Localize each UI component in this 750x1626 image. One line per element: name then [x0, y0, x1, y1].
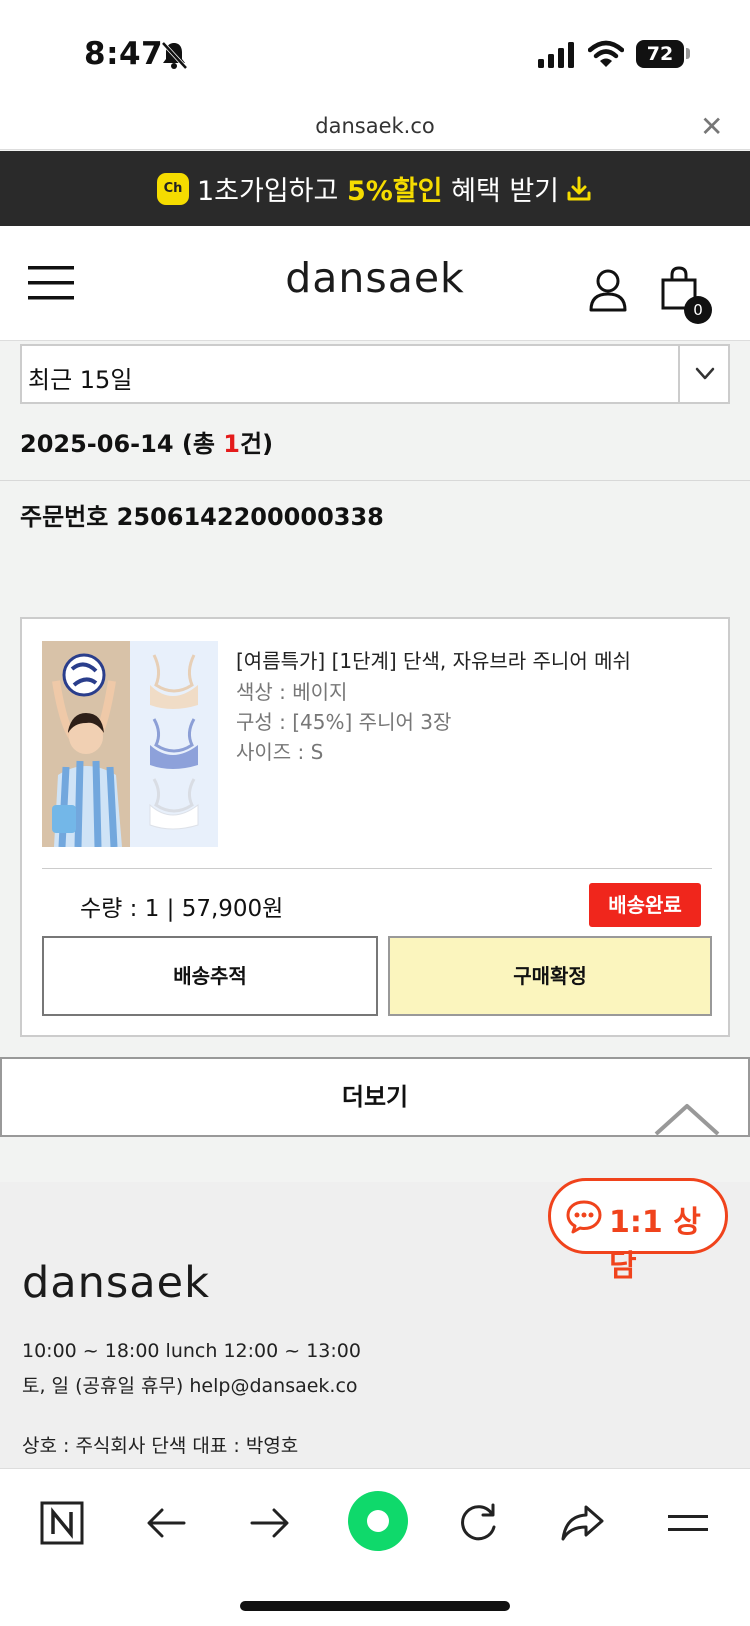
signup-promo-banner[interactable]: Ch 1초가입하고 5%할인 혜택 받기	[0, 151, 750, 226]
period-select[interactable]: 최근 15일	[20, 344, 730, 404]
wifi-icon	[588, 40, 624, 67]
naver-home-icon[interactable]	[348, 1491, 408, 1551]
bell-muted-icon	[161, 41, 188, 70]
product-option-color: 색상 : 베이지	[236, 680, 348, 704]
site-logo[interactable]: dansaek	[0, 254, 750, 302]
url-bar[interactable]: dansaek.co ✕	[0, 100, 750, 150]
period-value: 최근 15일	[28, 366, 133, 394]
product-option-composition: 구성 : [45%] 주니어 3장	[236, 710, 452, 734]
track-delivery-button[interactable]: 배송추적	[42, 936, 378, 1016]
download-icon	[567, 176, 591, 200]
delivery-status-badge: 배송완료	[589, 883, 701, 927]
promo-highlight: 5%할인	[346, 176, 443, 207]
order-date-heading: 2025-06-14 (총 1건)	[20, 430, 274, 458]
close-icon[interactable]: ✕	[700, 110, 723, 143]
status-bar: 8:47 72	[0, 0, 750, 100]
product-option-size: 사이즈 : S	[236, 740, 324, 764]
footer-holidays: 토, 일 (공휴일 휴무) help@dansaek.co	[22, 1375, 358, 1397]
order-count: 1	[223, 430, 240, 458]
cellular-signal-icon	[538, 42, 574, 68]
refresh-icon[interactable]	[454, 1499, 502, 1547]
battery-tip	[686, 48, 690, 59]
chat-consult-button[interactable]: 1:1 상담	[548, 1178, 728, 1284]
home-indicator	[240, 1601, 510, 1611]
product-image[interactable]	[42, 641, 218, 847]
back-arrow-icon[interactable]	[142, 1499, 190, 1547]
status-time: 8:47	[84, 36, 164, 72]
dropdown-toggle[interactable]	[678, 346, 728, 402]
url-domain[interactable]: dansaek.co	[0, 114, 750, 138]
user-account-icon[interactable]	[588, 268, 628, 312]
scroll-to-top-icon[interactable]	[652, 1100, 722, 1140]
section-divider	[0, 480, 750, 481]
cart-count-badge: 0	[684, 296, 712, 324]
site-header: dansaek 0	[0, 226, 750, 341]
card-divider	[42, 868, 712, 869]
naver-n-icon[interactable]	[38, 1499, 86, 1547]
browser-toolbar	[0, 1468, 750, 1626]
chat-label: 1:1 상담	[609, 1205, 701, 1284]
load-more-button[interactable]: 더보기	[0, 1057, 750, 1137]
quantity-price: 수량 : 1 | 57,900원	[80, 896, 284, 922]
chat-bubble-icon	[566, 1200, 602, 1234]
more-menu-icon[interactable]	[664, 1499, 712, 1547]
forward-arrow-icon[interactable]	[246, 1499, 294, 1547]
footer-logo: dansaek	[22, 1258, 211, 1308]
home-dot	[367, 1510, 389, 1532]
product-name[interactable]: [여름특가] [1단계] 단색, 자유브라 주니어 메쉬	[236, 645, 631, 674]
share-icon[interactable]	[558, 1499, 606, 1547]
footer-company: 상호 : 주식회사 단색 대표 : 박영호	[22, 1435, 299, 1457]
battery-icon: 72	[636, 40, 684, 68]
chevron-down-icon	[695, 367, 715, 380]
order-number: 주문번호 2506142200000338	[20, 503, 384, 531]
promo-text: 1초가입하고 5%할인 혜택 받기	[196, 176, 560, 207]
footer-hours: 10:00 ~ 18:00 lunch 12:00 ~ 13:00	[22, 1340, 361, 1362]
order-item-card: [여름특가] [1단계] 단색, 자유브라 주니어 메쉬 색상 : 베이지 구성…	[20, 617, 730, 1037]
confirm-purchase-button[interactable]: 구매확정	[388, 936, 712, 1016]
kakao-channel-icon: Ch	[156, 172, 189, 205]
